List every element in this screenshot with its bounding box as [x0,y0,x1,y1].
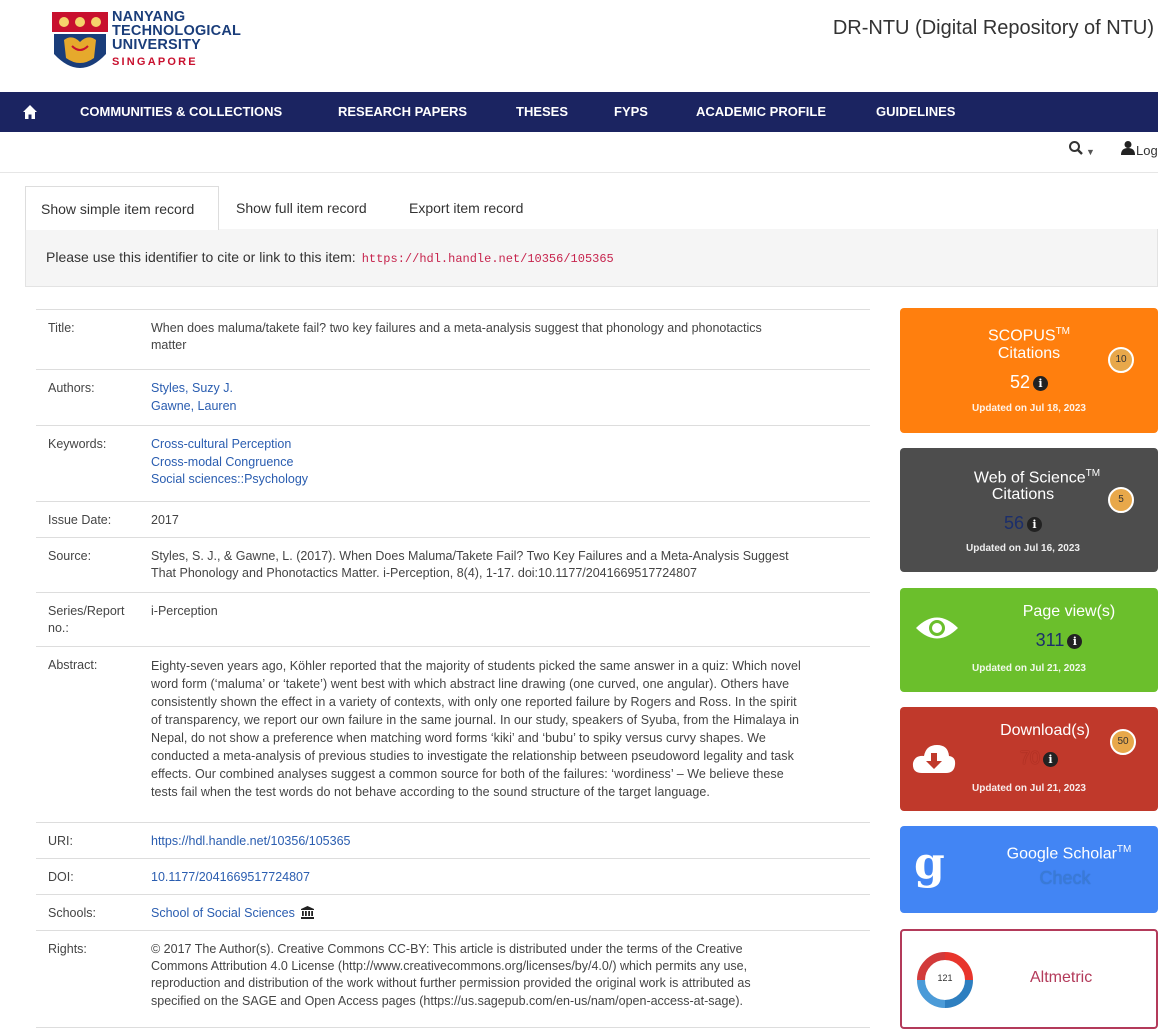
downloads-updated: Updated on Jul 21, 2023 [972,783,1086,794]
wos-count: 56 i [894,513,1152,534]
nav-communities-collections[interactable]: COMMUNITIES & COLLECTIONS [80,104,282,119]
table-row-keywords: Keywords: Cross-cultural Perception Cros… [36,425,870,501]
nav-theses[interactable]: THESES [516,104,568,119]
value-keywords: Cross-cultural Perception Cross-modal Co… [151,436,861,489]
user-icon[interactable] [1121,140,1135,156]
info-icon: i [1033,376,1049,391]
label-series: Series/Report no.: [48,604,125,635]
table-row-authors: Authors: Styles, Suzy J. Gawne, Lauren [36,369,870,425]
citation-link[interactable]: https://hdl.handle.net/10356/105365 [362,252,614,266]
nav-research-papers[interactable]: RESEARCH PAPERS [338,104,467,119]
scopus-badge: 10 [1108,347,1134,373]
site-header: NANYANG TECHNOLOGICAL UNIVERSITY SINGAPO… [0,0,1158,92]
scopus-updated: Updated on Jul 18, 2023 [972,403,1086,414]
nav-guidelines[interactable]: GUIDELINES [876,104,955,119]
value-title: When does maluma/takete fail? two key fa… [151,321,762,353]
scholar-title: Google ScholarTM [1006,844,1132,863]
pageviews-count: 311 i [930,630,1158,651]
value-authors: Styles, Suzy J. Gawne, Lauren [151,380,861,415]
wos-widget[interactable]: Web of ScienceTM Citations 56 i Updated o… [900,448,1158,572]
value-abstract: Eighty-seven years ago, Köhler reported … [151,659,801,799]
label-title: Title: [48,321,75,335]
institution-icon [301,906,315,919]
uri-link[interactable]: https://hdl.handle.net/10356/105365 [151,833,861,851]
scopus-count: 52 i [900,372,1158,393]
author-link[interactable]: Styles, Suzy J. [151,380,861,398]
label-authors: Authors: [48,381,95,395]
table-row-rights: Rights: © 2017 The Author(s). Creative C… [36,930,870,1028]
site-title: DR-NTU (Digital Repository of NTU) [832,17,1154,39]
logo-text: NANYANG TECHNOLOGICAL UNIVERSITY SINGAPO… [112,9,242,68]
value-source: Styles, S. J., & Gawne, L. (2017). When … [151,549,789,581]
tab-full-record[interactable]: Show full item record [236,186,367,230]
scopus-title: SCOPUSTM [987,326,1071,345]
ntu-crest-icon [52,12,108,68]
label-keywords: Keywords: [48,437,107,451]
wos-updated: Updated on Jul 16, 2023 [966,543,1080,554]
pageviews-widget[interactable]: Page view(s) 311 i Updated on Jul 21, 202… [900,588,1158,692]
search-caret-icon[interactable]: ▼ [1086,147,1095,157]
citation-box: Please use this identifier to cite or li… [25,229,1158,287]
table-row-schools: Schools: School of Social Sciences [36,894,870,930]
table-row-uri: URI: https://hdl.handle.net/10356/105365 [36,822,870,858]
search-icon[interactable] [1068,140,1084,156]
wos-badge: 5 [1108,487,1134,513]
downloads-widget[interactable]: Download(s) 70 i Updated on Jul 21, 2023 … [900,707,1158,811]
label-abstract: Abstract: [48,658,98,672]
ntu-logo[interactable]: NANYANG TECHNOLOGICAL UNIVERSITY SINGAPO… [50,10,250,82]
author-link[interactable]: Gawne, Lauren [151,398,861,416]
google-scholar-widget[interactable]: g Google ScholarTM Check [900,826,1158,913]
label-schools: Schools: [48,906,96,920]
keyword-link[interactable]: Social sciences::Psychology [151,471,861,489]
label-issue-date: Issue Date: [48,513,112,527]
value-doi: 10.1177/2041669517724807 [151,869,861,887]
school-link[interactable]: School of Social Sciences [151,906,295,920]
label-uri: URI: [48,834,73,848]
nav-fyps[interactable]: FYPS [614,104,648,119]
doi-link[interactable]: 10.1177/2041669517724807 [151,869,861,887]
tab-export-record[interactable]: Export item record [409,186,523,230]
keyword-link[interactable]: Cross-cultural Perception [151,436,861,454]
downloads-badge: 50 [1110,729,1136,755]
altmetric-widget[interactable]: 121 Altmetric [900,929,1158,1029]
value-schools: School of Social Sciences [151,905,861,923]
label-source: Source: [48,549,92,563]
main-nav: COMMUNITIES & COLLECTIONS RESEARCH PAPER… [0,92,1158,132]
table-row-series: Series/Report no.: i-Perception [36,592,870,646]
pageviews-title: Page view(s) [1022,603,1116,620]
label-rights: Rights: [48,942,87,956]
value-rights: © 2017 The Author(s). Creative Commons C… [151,942,751,1008]
table-row-source: Source: Styles, S. J., & Gawne, L. (2017… [36,537,870,592]
label-doi: DOI: [48,870,74,884]
table-row-issue-date: Issue Date: 2017 [36,501,870,537]
value-series: i-Perception [151,604,218,618]
scopus-widget[interactable]: SCOPUSTM Citations 52 i Updated on Jul 18… [900,308,1158,433]
pageviews-updated: Updated on Jul 21, 2023 [972,663,1086,674]
scholar-check-link[interactable]: Check [936,868,1158,888]
login-link[interactable]: Log [1136,143,1158,158]
info-icon: i [1027,517,1043,532]
value-issue-date: 2017 [151,513,179,527]
tab-simple-record[interactable]: Show simple item record [25,186,219,230]
table-row-abstract: Abstract: Eighty-seven years ago, Köhler… [36,646,870,822]
altmetric-label: Altmetric [1030,969,1093,986]
table-row-title: Title: When does maluma/takete fail? two… [36,309,870,369]
keyword-link[interactable]: Cross-modal Congruence [151,454,861,472]
home-icon[interactable] [22,104,38,120]
citation-label: Please use this identifier to cite or li… [46,249,356,265]
value-uri: https://hdl.handle.net/10356/105365 [151,833,861,851]
table-row-doi: DOI: 10.1177/2041669517724807 [36,858,870,894]
nav-academic-profile[interactable]: ACADEMIC PROFILE [696,104,826,119]
citation-text: Please use this identifier to cite or li… [46,249,614,266]
info-icon: i [1043,752,1059,767]
info-icon: i [1067,634,1083,649]
altmetric-score: 121 [937,973,953,983]
utility-bar [0,132,1158,173]
